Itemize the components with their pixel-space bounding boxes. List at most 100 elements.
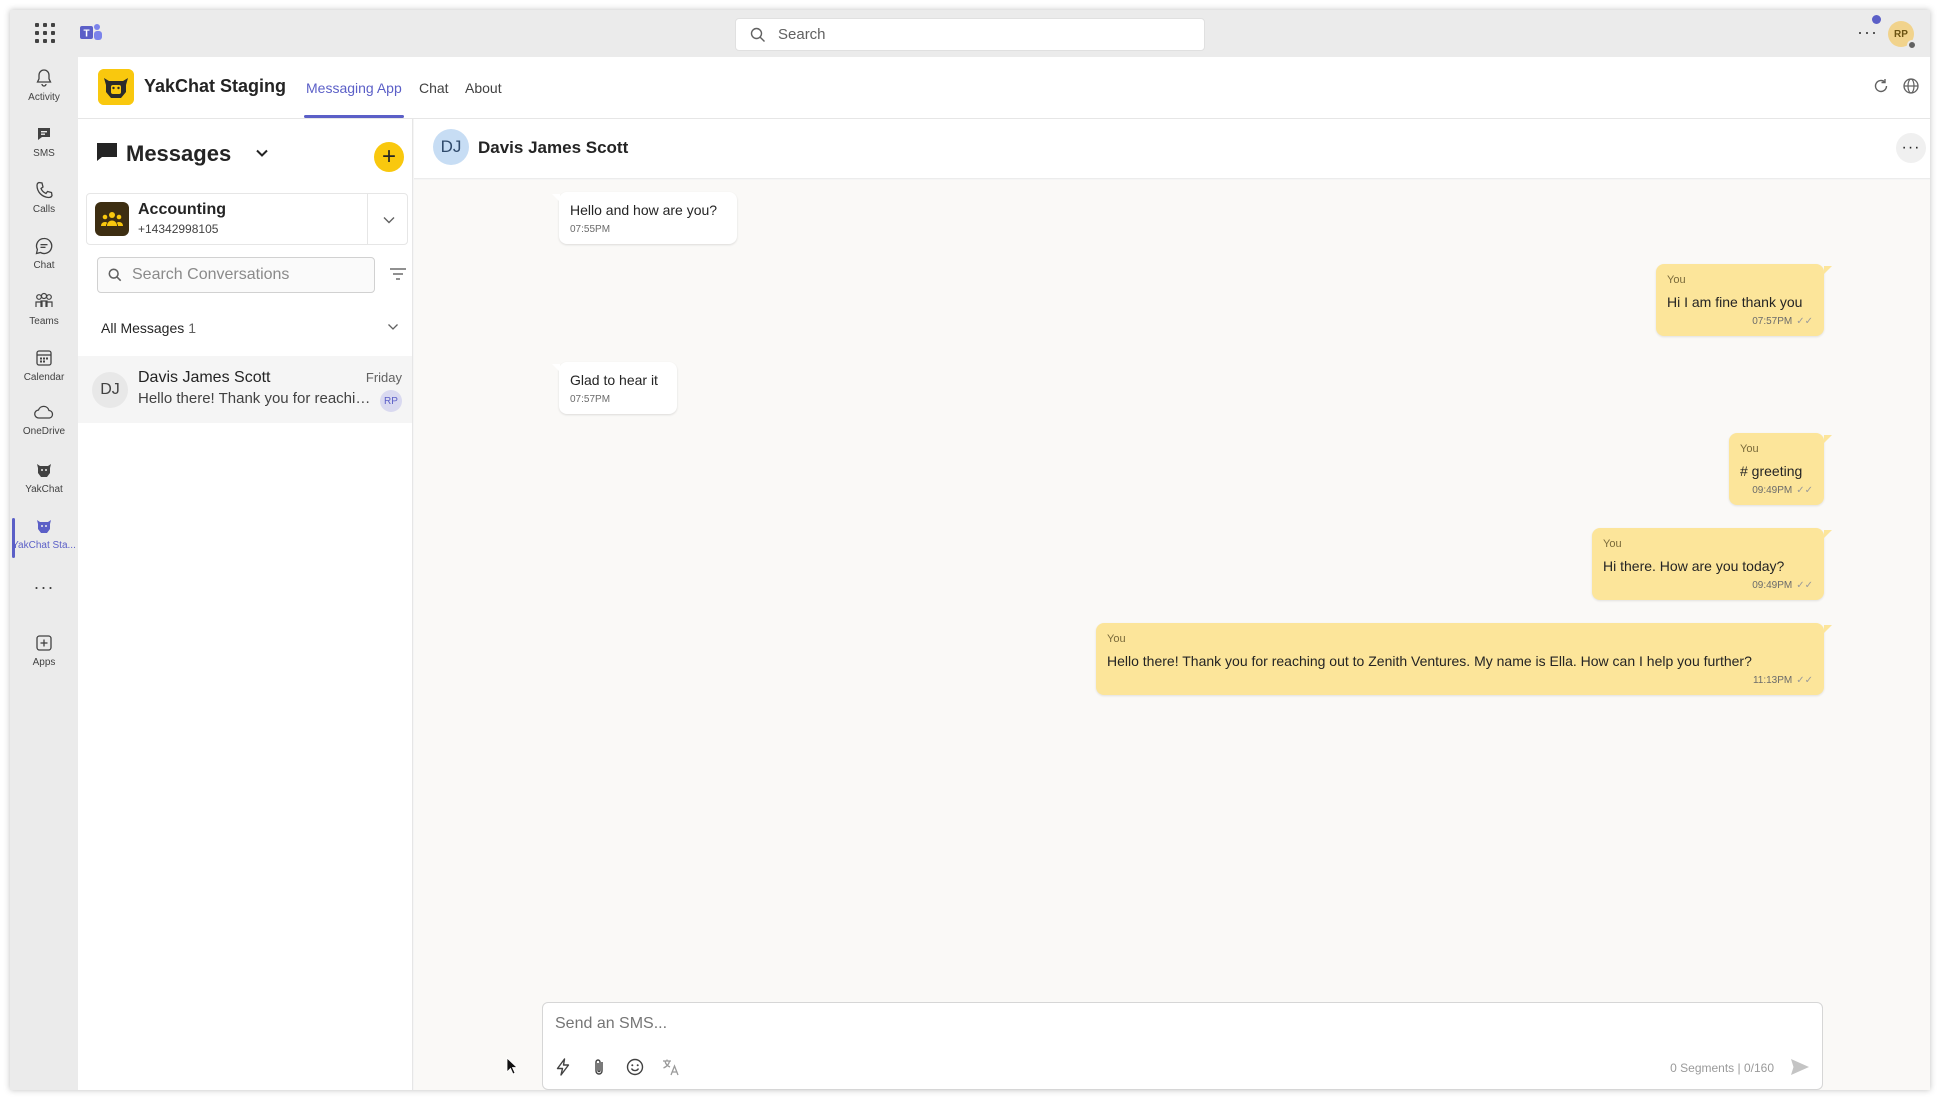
all-messages-section[interactable]: All Messages 1 [101,320,196,336]
rail-label: Activity [28,92,60,103]
group-icon [95,202,129,236]
assigned-user-badge: RP [380,390,402,412]
message-bubble-outgoing[interactable]: You Hello there! Thank you for reaching … [1096,623,1832,695]
message-thread: Hello and how are you? 07:55PM You Hi I … [414,180,1930,1090]
rail-item-apps[interactable]: Apps [10,627,78,679]
message-sender: You [1740,443,1759,455]
message-sender: You [1107,633,1126,645]
message-bubble-incoming[interactable]: Glad to hear it 07:57PM [552,362,677,414]
message-time: 07:57PM [570,394,611,405]
rail-label: Chat [33,260,55,271]
delivered-check-icon: ✓✓ [1796,675,1813,686]
send-icon[interactable] [1788,1055,1812,1079]
rail-item-yakchat-staging[interactable]: YakChat Sta... [10,510,78,562]
chevron-down-icon[interactable] [254,145,270,161]
rail-item-calls[interactable]: Calls [10,174,78,226]
sms-composer: 0 Segments | 0/160 [542,1002,1823,1090]
settings-more-button[interactable]: ··· [1857,22,1878,43]
svg-text:T: T [84,29,90,40]
rail-item-calendar[interactable]: Calendar [10,342,78,394]
chat-icon [35,237,53,255]
search-conversations-placeholder: Search Conversations [132,266,290,283]
message-bubble-outgoing[interactable]: You # greeting 09:49PM ✓✓ [1729,433,1832,505]
rail-label: Calls [32,204,56,215]
app-launcher-icon[interactable] [35,23,55,43]
yak-icon [37,464,51,477]
rail-item-teams[interactable]: Teams [10,286,78,338]
account-selector[interactable]: Accounting +14342998105 [86,193,408,245]
message-time-value: 09:49PM [1752,580,1793,591]
translate-icon[interactable] [661,1057,681,1077]
sms-input[interactable] [555,1015,1655,1033]
message-time-value: 07:57PM [1752,316,1793,327]
message-time: 09:49PM ✓✓ [1603,580,1813,591]
rail-label: Calendar [23,372,65,383]
chat-more-options-button[interactable]: ··· [1896,133,1926,163]
rail-item-sms[interactable]: SMS [10,118,78,170]
global-search-box[interactable]: Search [735,18,1205,51]
message-bubble-outgoing[interactable]: You Hi I am fine thank you 07:57PM ✓✓ [1656,264,1832,336]
chevron-down-icon[interactable] [381,212,397,228]
conversation-preview: Hello there! Thank you for reaching out … [138,390,378,407]
search-icon [750,27,765,42]
message-bubble-incoming[interactable]: Hello and how are you? 07:55PM [552,192,737,244]
message-text: # greeting [1740,463,1803,479]
chevron-down-icon[interactable] [386,320,400,334]
conversation-item[interactable]: DJ Davis James Scott Friday Hello there!… [78,356,412,423]
app-header: YakChat Staging Messaging App Chat About [78,57,1930,119]
rail-item-yakchat[interactable]: YakChat [10,454,78,506]
tab-about[interactable]: About [465,80,502,96]
message-bubble-outgoing[interactable]: You Hi there. How are you today? 09:49PM… [1592,528,1832,600]
rail-label: SMS [33,148,55,159]
message-time-value: 11:13PM [1752,675,1793,686]
search-icon [108,268,122,282]
sms-icon [38,128,50,140]
new-message-button[interactable]: + [374,142,404,172]
message-text: Hello there! Thank you for reaching out … [1107,653,1752,669]
message-icon [97,143,117,161]
tab-messaging-app[interactable]: Messaging App [306,80,402,96]
rail-item-activity[interactable]: Activity [10,62,78,114]
message-sender: You [1667,274,1686,286]
paperclip-icon[interactable] [589,1057,609,1077]
rail-more-apps-button[interactable]: ··· [10,577,78,598]
account-phone: +14342998105 [138,222,219,236]
profile-initials: RP [1894,28,1908,40]
rail-label: Apps [32,657,56,668]
message-time: 07:55PM [570,224,611,235]
all-messages-count: 1 [188,320,197,336]
teams-icon [35,292,53,307]
yak-icon [37,520,51,533]
mouse-cursor-icon [506,1057,518,1075]
rail-item-chat[interactable]: Chat [10,230,78,282]
account-name: Accounting [138,201,226,218]
emoji-icon[interactable] [625,1057,645,1077]
conversation-name: Davis James Scott [138,369,271,386]
delivered-check-icon: ✓✓ [1796,580,1813,591]
messages-sidebar: Messages + Accounting +14342998105 Searc… [78,119,413,1090]
teams-window: T Search ··· RP Activity SMS Calls Chat … [10,10,1930,1090]
delivered-check-icon: ✓✓ [1796,485,1813,496]
message-time: 09:49PM ✓✓ [1740,485,1813,496]
lightning-icon[interactable] [553,1057,573,1077]
avatar: DJ [433,129,469,165]
delivered-check-icon: ✓✓ [1796,316,1813,327]
message-text: Hello and how are you? [570,202,718,218]
message-text: Hi there. How are you today? [1603,558,1785,574]
teams-logo-icon: T [80,24,102,40]
phone-icon [36,181,53,199]
message-time: 11:13PM ✓✓ [1107,675,1813,686]
refresh-icon[interactable] [1872,77,1890,95]
app-rail: Activity SMS Calls Chat Teams Calendar O… [10,57,78,1090]
filter-icon[interactable] [388,265,408,283]
chat-header: DJ Davis James Scott ··· [414,119,1930,179]
message-text: Hi I am fine thank you [1667,294,1803,310]
tab-chat[interactable]: Chat [419,80,449,96]
rail-item-onedrive[interactable]: OneDrive [10,398,78,450]
globe-icon[interactable] [1902,77,1920,95]
calendar-icon [36,350,52,366]
message-time: 07:57PM ✓✓ [1667,316,1813,327]
profile-avatar[interactable]: RP [1888,21,1917,50]
search-conversations-input[interactable]: Search Conversations [97,257,375,293]
messages-title: Messages [126,141,232,166]
